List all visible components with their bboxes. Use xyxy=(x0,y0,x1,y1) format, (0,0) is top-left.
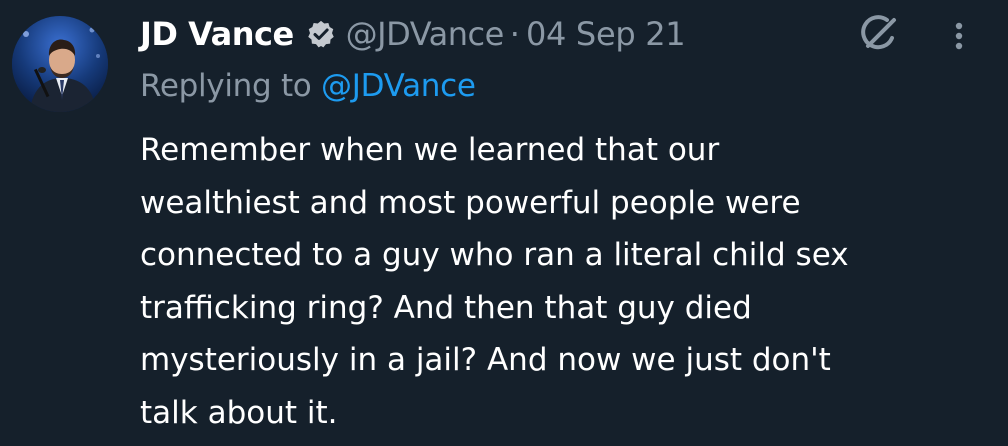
tweet-text-line: trafficking ring? And then that guy died xyxy=(140,289,752,326)
author-handle[interactable]: @JDVance xyxy=(346,15,505,53)
more-options-icon[interactable] xyxy=(944,18,974,54)
separator-dot: · xyxy=(509,15,520,53)
tweet-text-line: talk about it. xyxy=(140,394,338,431)
tweet-text-line: connected to a guy who ran a literal chi… xyxy=(140,237,849,273)
tweet-date[interactable]: 04 Sep 21 xyxy=(526,15,686,53)
reply-prefix: Replying to xyxy=(140,68,312,104)
tweet-header: JD Vance @JDVance · 04 Sep 21 xyxy=(140,10,686,58)
author-avatar[interactable] xyxy=(12,16,108,112)
reply-handle-link[interactable]: @JDVance xyxy=(321,68,476,104)
tweet-text-line: Remember when we learned that our xyxy=(140,132,720,168)
tweet-text: Remember when we learned that our wealth… xyxy=(140,124,990,439)
tweet-card: JD Vance @JDVance · 04 Sep 21 Replying t… xyxy=(0,0,1008,446)
reply-context: Replying to @JDVance xyxy=(140,68,476,104)
avatar-image xyxy=(12,16,108,112)
tweet-text-line: wealthiest and most powerful people were xyxy=(140,184,801,221)
verified-badge-icon xyxy=(306,19,336,49)
author-name[interactable]: JD Vance xyxy=(140,15,294,53)
tweet-text-line: mysteriously in a jail? And now we just … xyxy=(140,342,831,378)
grok-icon[interactable] xyxy=(858,12,900,54)
